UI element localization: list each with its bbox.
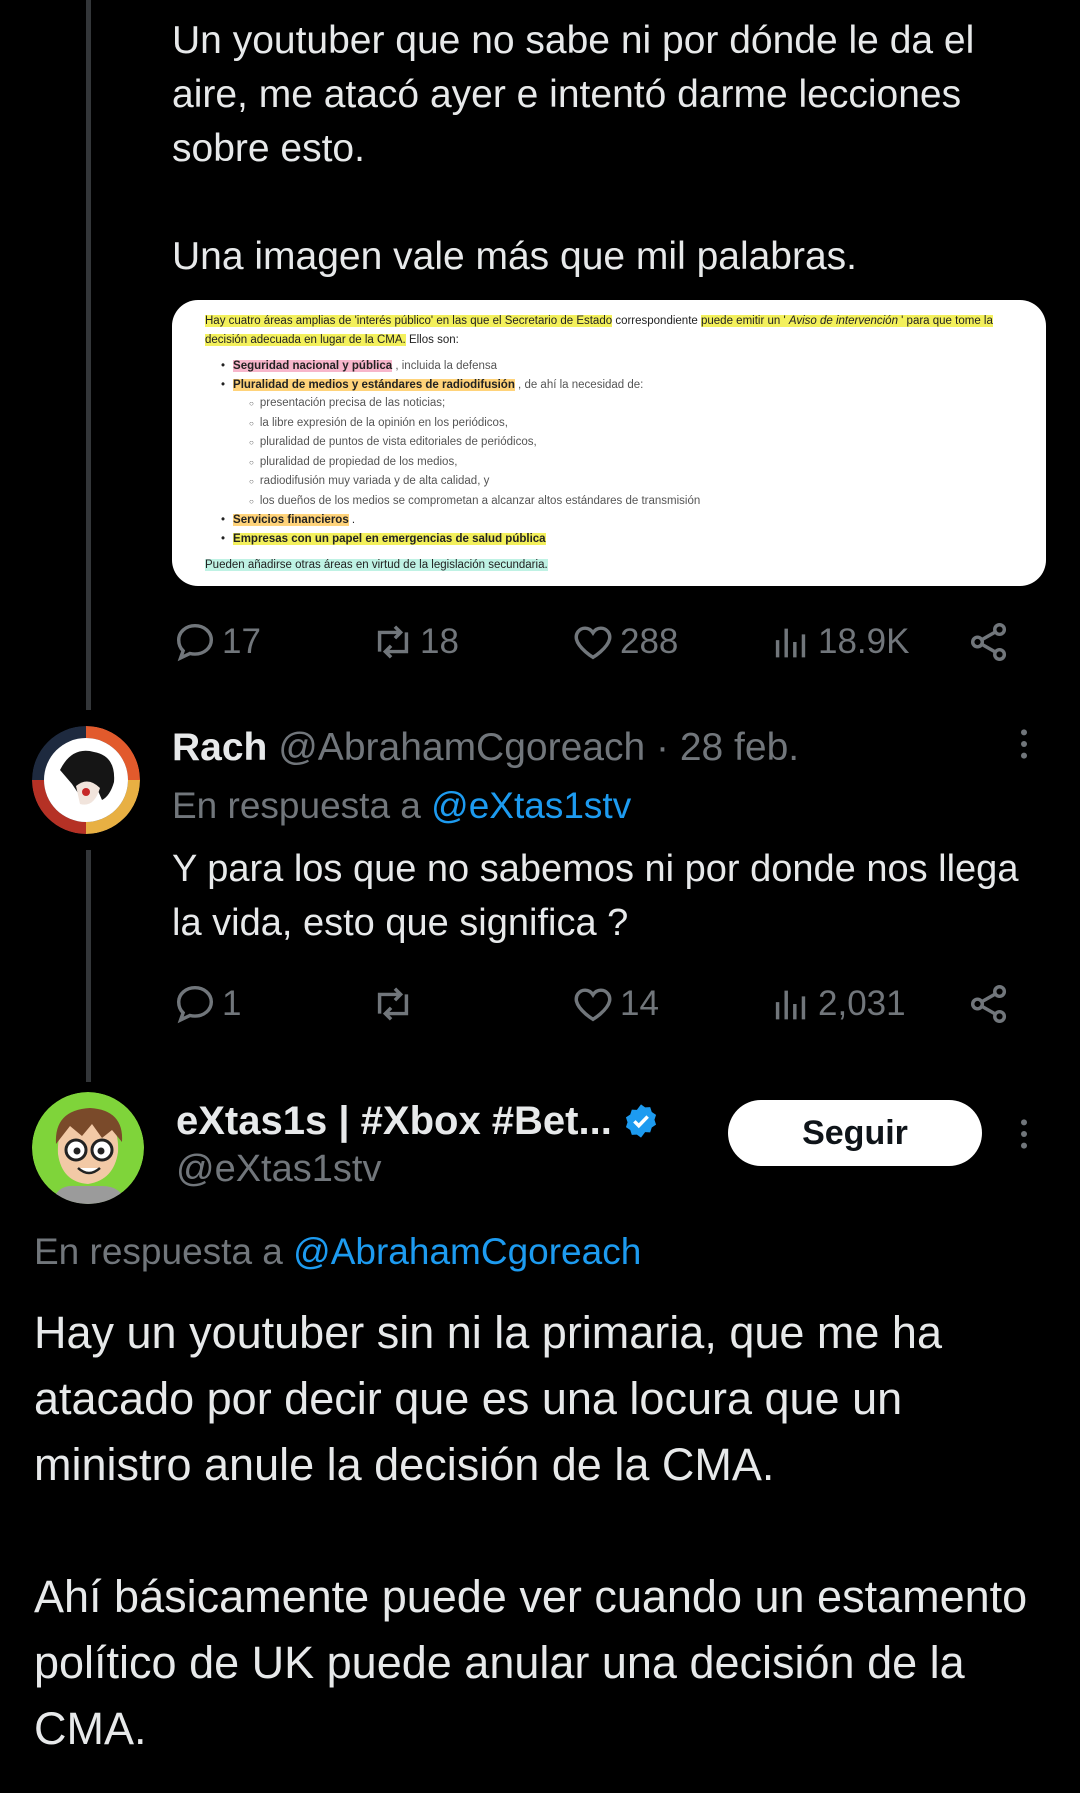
list-item: Empresas con un papel en emergencias de … [233, 530, 1026, 549]
list-item-title: Seguridad nacional y pública [233, 360, 393, 372]
image-intro: Hay cuatro áreas amplias de 'interés púb… [205, 312, 1026, 349]
share-icon [970, 623, 1007, 661]
like-count: 14 [620, 984, 659, 1023]
more-icon[interactable] [1004, 1114, 1044, 1154]
tweet-date[interactable]: 28 feb. [680, 726, 799, 769]
like-icon [574, 988, 612, 1022]
list-item-title: Empresas con un papel en emergencias de … [233, 532, 546, 545]
tweet-header: Rach @AbrahamCgoreach · 28 feb. [172, 722, 799, 774]
tweet-image[interactable]: Hay cuatro áreas amplias de 'interés púb… [172, 300, 1046, 586]
reply-mention[interactable]: @AbrahamCgoreach [293, 1231, 641, 1272]
tweet-text: Y para los que no sabemos ni por donde n… [172, 848, 1019, 944]
avatar-image [32, 726, 140, 834]
author-handle[interactable]: @eXtas1stv [176, 1144, 381, 1194]
list-item-note: , de ahí la necesidad de: [514, 378, 644, 391]
like-button[interactable]: 14 [570, 979, 659, 1029]
reply-icon [176, 985, 214, 1024]
list-subitem: pluralidad de propiedad de los medios, [235, 453, 1026, 473]
thread-line-middle [86, 850, 91, 1082]
views-count: 2,031 [818, 984, 906, 1023]
list-item: Servicios financieros . [233, 511, 1026, 530]
list-item: Seguridad nacional y pública , incluida … [233, 357, 1026, 376]
share-icon [970, 985, 1007, 1023]
reply-mention[interactable]: @eXtas1stv [431, 785, 631, 826]
retweet-icon [377, 987, 409, 1021]
list-subitem: radiodifusión muy variada y de alta cali… [235, 472, 1026, 492]
image-footer: Pueden añadirse otras áreas en virtud de… [205, 559, 548, 571]
list-subitem: la libre expresión de la opinión en los … [235, 414, 1026, 434]
reply-button[interactable]: 17 [172, 617, 261, 667]
reply-context: En respuesta a @eXtas1stv [172, 780, 631, 832]
share-button[interactable] [966, 617, 1012, 667]
list-subitem: los dueños de los medios se comprometan … [235, 492, 1026, 512]
reply-prefix: En respuesta a [172, 785, 432, 826]
reply-icon [176, 623, 214, 662]
like-icon [574, 626, 612, 660]
avatar-image [32, 1092, 144, 1204]
reply-count: 1 [222, 984, 242, 1023]
like-button[interactable]: 288 [570, 617, 678, 667]
follow-button[interactable]: Seguir [728, 1100, 982, 1166]
intro-highlight: Hay cuatro áreas amplias de 'interés púb… [205, 315, 613, 327]
avatar[interactable] [32, 1092, 144, 1204]
views-count: 18.9K [818, 622, 910, 661]
retweet-count: 18 [420, 622, 459, 661]
reply-count: 17 [222, 622, 261, 661]
reply-prefix: En respuesta a [34, 1231, 294, 1272]
like-count: 288 [620, 622, 679, 661]
reply-button[interactable]: 1 [172, 979, 241, 1029]
list-item-title: Pluralidad de medios y estándares de rad… [233, 378, 515, 391]
tweet-actions: 1 14 2,031 [172, 979, 1012, 1029]
views-icon [775, 628, 806, 658]
list-item-title: Servicios financieros [233, 514, 349, 526]
list-subitem: pluralidad de puntos de vista editoriale… [235, 433, 1026, 453]
tweet-actions: 17 18 288 18.9K [172, 617, 1012, 667]
areas-list: Seguridad nacional y pública , incluida … [205, 357, 1026, 548]
intro-text: correspondiente [612, 315, 701, 327]
more-icon[interactable] [1004, 724, 1044, 764]
tweet-text: Hay un youtuber sin ni la primaria, que … [34, 1307, 1028, 1754]
avatar[interactable] [32, 726, 140, 834]
intro-italic: Aviso de intervención [788, 315, 898, 327]
author-name[interactable]: Rach [172, 726, 267, 769]
list-subitem: presentación precisa de las noticias; [235, 394, 1026, 414]
separator: · [645, 726, 680, 769]
author-name[interactable]: eXtas1s | #Xbox #Bet... [176, 1096, 612, 1146]
list-item-note: , incluida la defensa [392, 360, 498, 372]
reply-context: En respuesta a @AbrahamCgoreach [34, 1226, 641, 1278]
author-name-row: eXtas1s | #Xbox #Bet... [176, 1096, 660, 1146]
share-button[interactable] [966, 979, 1012, 1029]
verified-badge-icon [625, 1104, 656, 1138]
views-button[interactable]: 18.9K [768, 617, 909, 667]
intro-text: Ellos son: [405, 333, 459, 346]
list-item: Pluralidad de medios y estándares de rad… [233, 376, 1026, 395]
list-item-note: . [348, 514, 356, 526]
views-icon [775, 990, 806, 1020]
author-handle[interactable]: @AbrahamCgoreach [278, 726, 645, 769]
thread-line-top [86, 0, 91, 710]
retweet-button[interactable]: 18 [370, 617, 459, 667]
views-button[interactable]: 2,031 [768, 979, 906, 1029]
tweet-text: Un youtuber que no sabe ni por dónde le … [172, 19, 975, 278]
intro-highlight: puede emitir un ' [701, 315, 789, 327]
retweet-icon [377, 625, 409, 659]
retweet-button[interactable] [370, 979, 420, 1029]
